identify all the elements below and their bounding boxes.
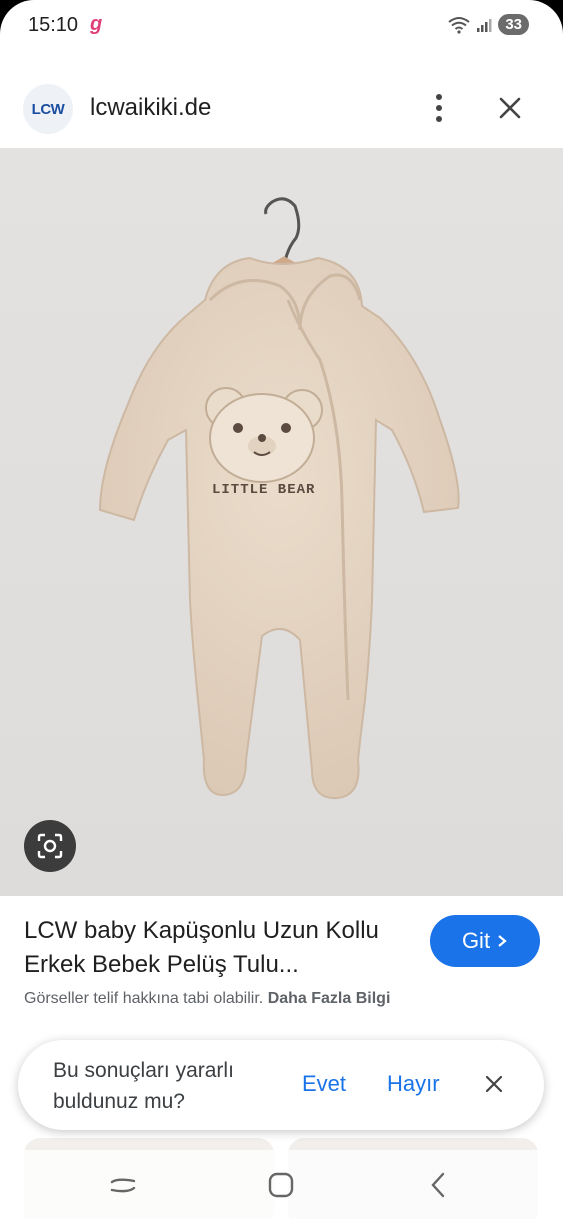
home-icon[interactable] [266, 1170, 296, 1200]
battery-icon: 33 [498, 14, 529, 35]
notification-g-icon: g [90, 13, 103, 35]
system-nav-bar [0, 1150, 563, 1219]
site-logo: LCW [23, 84, 73, 134]
result-title[interactable]: LCW baby Kapüşonlu Uzun Kollu Erkek Bebe… [24, 914, 414, 982]
site-domain[interactable]: lcwaikiki.de [90, 94, 211, 122]
feedback-prompt: Bu sonuçları yararlı buldunuz mu? Evet H… [18, 1040, 544, 1130]
feedback-no-button[interactable]: Hayır [387, 1071, 440, 1097]
wifi-icon [448, 16, 470, 34]
go-button[interactable]: Git [430, 915, 540, 967]
chevron-right-icon [498, 935, 507, 947]
more-vert-icon[interactable] [424, 90, 454, 126]
garment-print-text: LITTLE BEAR [212, 482, 316, 498]
browser-header: LCW lcwaikiki.de [0, 62, 563, 148]
more-info-link[interactable]: Daha Fazla Bilgi [268, 990, 391, 1007]
feedback-question: Bu sonuçları yararlı buldunuz mu? [53, 1059, 234, 1113]
close-icon[interactable] [484, 1074, 504, 1094]
back-icon[interactable] [424, 1170, 454, 1200]
product-image[interactable]: LITTLE BEAR [0, 148, 563, 896]
close-icon[interactable] [494, 92, 526, 124]
site-logo-text: LCW [31, 100, 65, 118]
signal-icon [477, 18, 492, 32]
copyright-note: Görseller telif hakkına tabi olabilir. D… [24, 990, 390, 1008]
status-time: 15:10 [28, 14, 79, 36]
status-icons: 33 [448, 14, 529, 35]
screen: 15:10 g 33 LCW lcwaikiki.de LITTLE BEAR … [0, 0, 563, 1219]
feedback-yes-button[interactable]: Evet [302, 1071, 346, 1097]
google-lens-icon[interactable] [24, 820, 76, 872]
result-caption: LCW baby Kapüşonlu Uzun Kollu Erkek Bebe… [0, 896, 563, 1036]
status-bar: 15:10 g 33 [0, 0, 563, 52]
romper-illustration [98, 197, 460, 800]
go-button-label: Git [461, 928, 491, 953]
copyright-text: Görseller telif hakkına tabi olabilir. [24, 990, 264, 1007]
recents-icon[interactable] [108, 1170, 138, 1200]
